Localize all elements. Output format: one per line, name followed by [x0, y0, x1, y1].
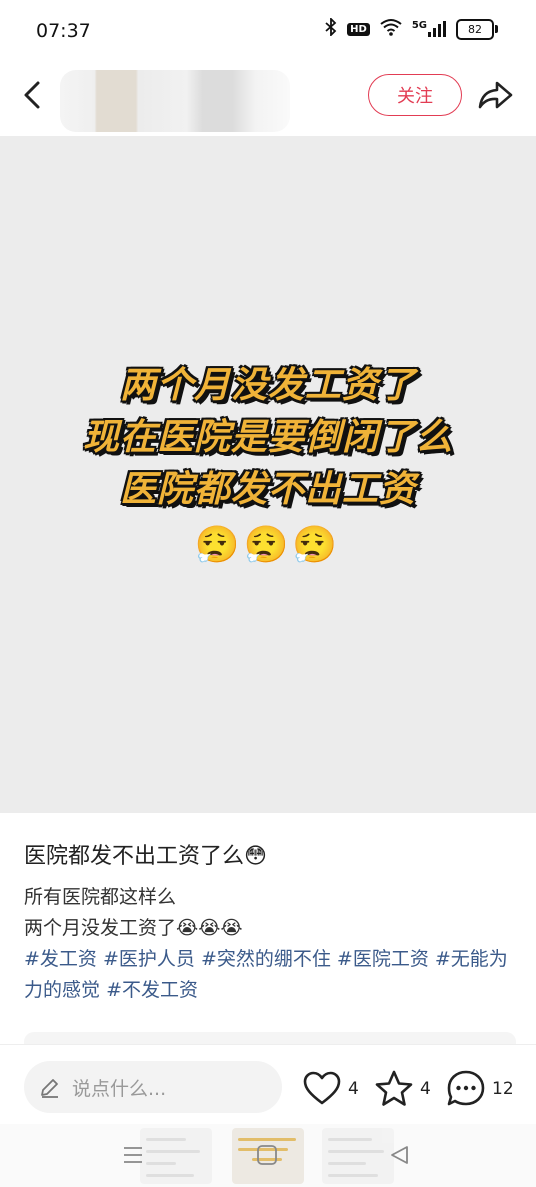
pencil-icon: [41, 1079, 58, 1098]
post-body-line: 所有医院都这样么: [24, 886, 177, 908]
comment-button[interactable]: 12: [446, 1069, 514, 1109]
heart-icon: [303, 1071, 341, 1105]
comment-input[interactable]: 说点什么...: [24, 1061, 282, 1113]
system-nav-bar: [0, 1124, 536, 1187]
status-bar: 07:37 HD 5G 82: [0, 0, 536, 62]
post-title: 医院都发不出工资了么😳: [24, 844, 267, 869]
menu-icon: [124, 1147, 142, 1163]
cellular-signal-icon: 5G: [412, 21, 446, 37]
network-type-label: 5G: [411, 20, 427, 31]
status-icons: HD 5G 82: [325, 16, 498, 40]
back-triangle-icon: [391, 1146, 408, 1164]
hashtag-list: #发工资 #医护人员 #突然的绷不住 #医院工资 #无能为力的感觉 #不发工资: [24, 944, 520, 1006]
comment-count: 12: [492, 1079, 514, 1099]
follow-button[interactable]: 关注: [368, 74, 462, 116]
home-square-icon: [257, 1145, 277, 1165]
recent-app-thumbnail[interactable]: [140, 1128, 212, 1184]
image-text-line: 两个月没发工资了: [119, 365, 416, 406]
like-count: 4: [348, 1079, 359, 1099]
hashtag-link[interactable]: #医护人员: [103, 948, 195, 970]
hashtag-link[interactable]: #不发工资: [106, 979, 198, 1001]
image-text-line: 现在医院是要倒闭了么: [82, 417, 453, 458]
bluetooth-icon: [325, 16, 337, 40]
collect-count: 4: [420, 1079, 431, 1099]
author-info-blurred[interactable]: [60, 70, 290, 132]
post-body: 所有医院都这样么 两个月没发工资了😭😭😭 #发工资 #医护人员 #突然的绷不住 …: [24, 882, 520, 1006]
menu-nav-button[interactable]: [122, 1144, 144, 1170]
comment-placeholder: 说点什么...: [72, 1077, 167, 1100]
share-icon: [478, 81, 513, 109]
like-button[interactable]: 4: [302, 1069, 359, 1109]
image-text: 两个月没发工资了 现在医院是要倒闭了么 医院都发不出工资 😮‍💨😮‍💨😮‍💨: [0, 360, 536, 572]
chat-bubble-icon: [447, 1070, 485, 1106]
hd-badge: HD: [347, 22, 370, 36]
hashtag-link[interactable]: #医院工资: [337, 948, 429, 970]
back-nav-button[interactable]: [388, 1144, 410, 1170]
share-button[interactable]: [476, 76, 514, 114]
bottom-action-bar: 说点什么... 4 4 12: [0, 1044, 536, 1125]
battery-level: 82: [468, 22, 482, 36]
image-text-line: 医院都发不出工资: [119, 469, 416, 510]
image-emoji: 😮‍💨😮‍💨😮‍💨: [194, 525, 342, 566]
recent-app-thumbnail[interactable]: [322, 1128, 394, 1184]
collect-button[interactable]: 4: [374, 1069, 431, 1109]
status-time: 07:37: [36, 20, 91, 42]
star-icon: [375, 1070, 413, 1106]
post-body-line: 两个月没发工资了😭😭😭: [24, 917, 243, 939]
hashtag-link[interactable]: #突然的绷不住: [201, 948, 331, 970]
back-button[interactable]: [18, 78, 52, 112]
wifi-icon: [380, 18, 402, 40]
post-image[interactable]: 两个月没发工资了 现在医院是要倒闭了么 医院都发不出工资 😮‍💨😮‍💨😮‍💨: [0, 136, 536, 813]
battery-icon: 82: [456, 18, 498, 40]
chevron-left-icon: [24, 81, 40, 109]
post-header: 关注: [0, 62, 536, 132]
hashtag-link[interactable]: #发工资: [24, 948, 97, 970]
home-nav-button[interactable]: [256, 1144, 278, 1170]
